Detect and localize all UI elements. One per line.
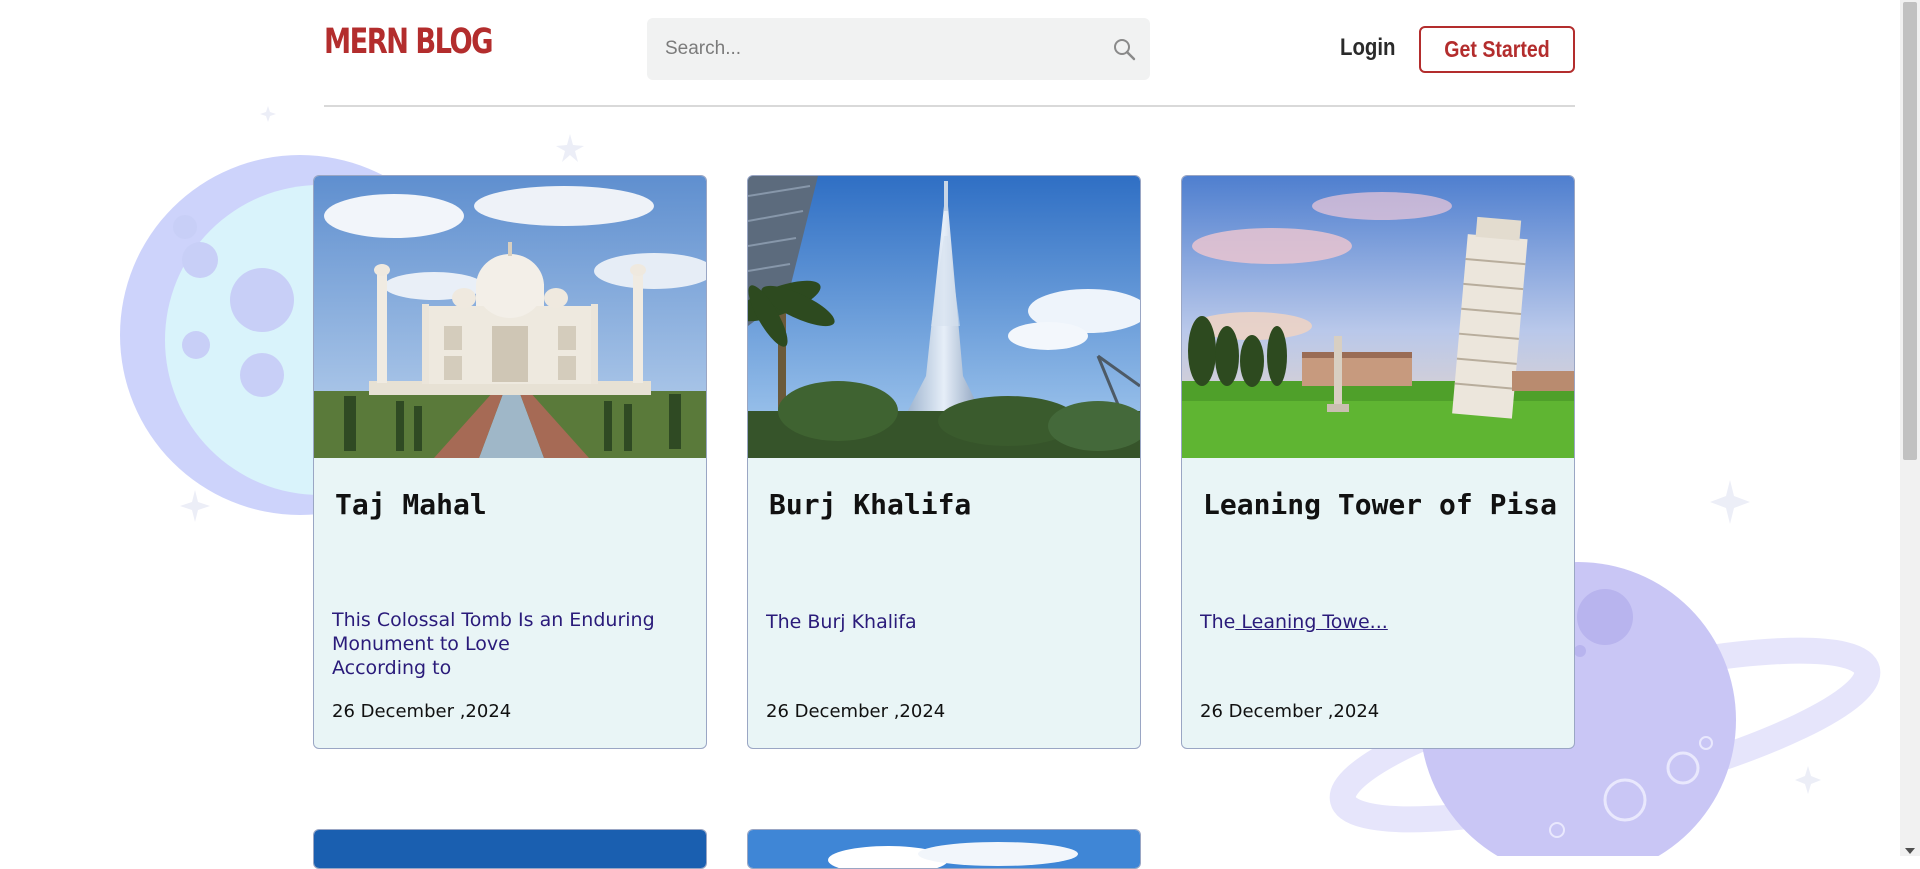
burj-khalifa-photo[interactable] [748,176,1140,458]
post-card-next-row[interactable] [313,829,707,869]
post-description-overflow: According to [332,657,452,678]
site-logo[interactable]: MERN BLOG [324,22,494,62]
page-scrollbar[interactable] [1900,0,1920,856]
header-divider [324,105,1575,107]
post-card[interactable]: Taj Mahal This Colossal Tomb Is an Endur… [313,175,707,749]
post-title[interactable]: Leaning Tower of Pisa [1203,488,1557,521]
post-description-prefix: The [1200,611,1236,633]
get-started-label: Get Started [1444,36,1550,62]
post-card[interactable]: Leaning Tower of Pisa The Leaning Towe..… [1181,175,1575,749]
post-date: 26 December ,2024 [766,701,946,722]
post-image-partial [314,830,706,868]
scrollbar-thumb[interactable] [1903,2,1917,460]
post-description: The Leaning Towe... [1200,610,1540,680]
post-title[interactable]: Burj Khalifa [769,488,971,521]
get-started-button[interactable]: Get Started [1419,26,1575,73]
search-input[interactable] [647,18,1087,80]
post-card[interactable]: Burj Khalifa The Burj Khalifa 26 Decembe… [747,175,1141,749]
post-title[interactable]: Taj Mahal [335,488,487,521]
search-bar [647,18,1150,80]
pisa-tower-photo[interactable] [1182,176,1574,458]
post-date: 26 December ,2024 [332,701,512,722]
post-date: 26 December ,2024 [1200,701,1380,722]
post-description: The Burj Khalifa [766,611,917,633]
scroll-down-arrow-icon[interactable] [1905,848,1915,854]
post-description-link[interactable]: Leaning Towe... [1235,611,1387,633]
post-image-partial [748,830,1140,868]
post-description-text: This Colossal Tomb Is an Enduring Monume… [332,609,655,655]
taj-mahal-photo[interactable] [314,176,706,458]
login-link[interactable]: Login [1340,34,1396,62]
post-card-next-row[interactable] [747,829,1141,869]
search-icon[interactable] [1112,37,1136,61]
site-header: MERN BLOG Login Get Started [324,0,1575,107]
post-description: This Colossal Tomb Is an Enduring Monume… [332,608,672,678]
